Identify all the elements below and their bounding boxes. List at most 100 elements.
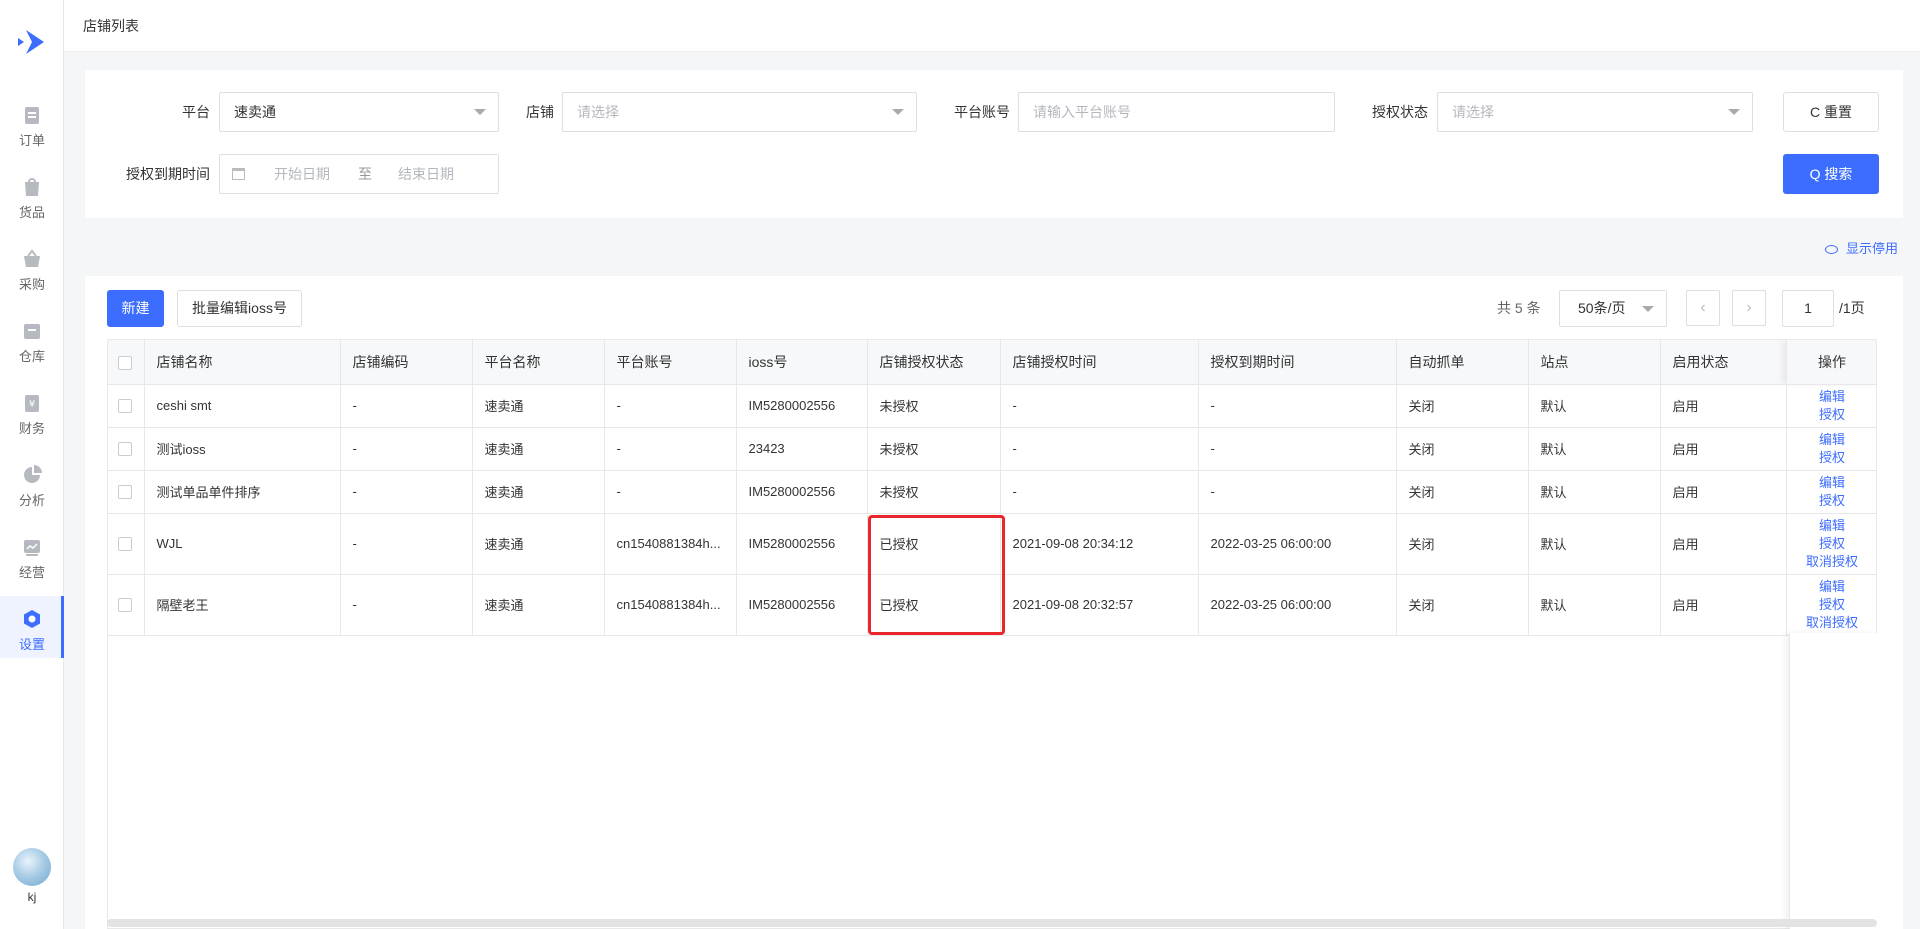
auth-status-select[interactable]: 请选择 [1437, 92, 1753, 132]
platform-name: 速卖通 [472, 384, 605, 428]
row-select-cell[interactable] [108, 384, 145, 428]
authorize-link[interactable]: 授权 [1787, 535, 1876, 553]
cancel-authorization-link[interactable]: 取消授权 [1787, 553, 1876, 571]
page-size-select[interactable]: 50条/页 [1559, 290, 1667, 327]
nav-label: 订单 [18, 133, 45, 148]
row-select-cell[interactable] [108, 470, 145, 514]
column-header: 操作 [1785, 340, 1876, 385]
store-name: ceshi smt [144, 384, 341, 428]
row-actions: 编辑 授权 取消授权 [1785, 574, 1876, 636]
column-header: 站点 [1528, 340, 1661, 385]
row-checkbox[interactable] [118, 598, 132, 613]
account-input[interactable]: 请输入平台账号 [1018, 92, 1335, 132]
row-checkbox[interactable] [118, 485, 132, 500]
total-count: 共 5 条 [1497, 300, 1541, 316]
auth-time: - [1000, 427, 1199, 471]
column-header: 店铺名称 [144, 340, 341, 385]
column-header: 启用状态 [1660, 340, 1787, 385]
expire-time: - [1198, 470, 1397, 514]
select-all-cell[interactable] [108, 340, 145, 385]
row-select-cell[interactable] [108, 427, 145, 471]
actions-column-fill [1789, 633, 1877, 929]
horizontal-scrollbar[interactable] [107, 919, 1877, 927]
platform-name: 速卖通 [472, 427, 605, 471]
platform-account: cn1540881384h... [604, 513, 737, 575]
nav-item-purchase[interactable]: 采购 [0, 236, 64, 298]
logo-icon[interactable] [14, 24, 50, 60]
nav-label: 设置 [18, 637, 45, 652]
edit-link[interactable]: 编辑 [1787, 517, 1876, 535]
edit-link[interactable]: 编辑 [1787, 578, 1876, 596]
nav-item-goods[interactable]: 货品 [0, 164, 64, 226]
edit-link[interactable]: 编辑 [1787, 388, 1876, 406]
ioss-number: IM5280002556 [736, 470, 868, 514]
operation-icon [24, 540, 40, 556]
nav-item-orders[interactable]: 订单 [0, 92, 64, 154]
expire-time: - [1198, 384, 1397, 428]
row-checkbox[interactable] [118, 537, 132, 552]
nav-item-settings[interactable]: 设置 [0, 596, 64, 658]
store-name: WJL [144, 513, 341, 575]
account-label: 平台账号 [954, 104, 1010, 120]
cancel-authorization-link[interactable]: 取消授权 [1787, 614, 1876, 632]
authorize-link[interactable]: 授权 [1787, 449, 1876, 467]
select-all-checkbox[interactable] [118, 355, 132, 370]
edit-link[interactable]: 编辑 [1787, 431, 1876, 449]
store-name: 测试ioss [144, 427, 341, 471]
table-row: ceshi smt - 速卖通 - IM5280002556 未授权 - - 关… [108, 384, 1876, 428]
nav-item-analysis[interactable]: 分析 [0, 452, 64, 514]
nav-item-operation[interactable]: 经营 [0, 524, 64, 586]
show-disabled-toggle[interactable]: 显示停用 [1825, 238, 1898, 257]
row-select-cell[interactable] [108, 513, 145, 575]
row-select-cell[interactable] [108, 574, 145, 636]
chevron-down-icon [1642, 306, 1654, 312]
platform-label: 平台 [182, 104, 210, 120]
nav-item-finance[interactable]: ¥ 财务 [0, 380, 64, 442]
platform-name: 速卖通 [472, 513, 605, 575]
bulk-edit-ioss-button[interactable]: 批量编辑ioss号 [177, 290, 302, 327]
table-row: 测试ioss - 速卖通 - 23423 未授权 - - 关闭 默认 启用 编辑… [108, 427, 1876, 471]
ioss-number: IM5280002556 [736, 574, 868, 636]
expire-time: - [1198, 427, 1397, 471]
calendar-icon [232, 168, 245, 180]
nav-label: 财务 [18, 421, 45, 436]
start-date-placeholder: 开始日期 [274, 166, 330, 182]
store-code: - [340, 384, 473, 428]
row-checkbox[interactable] [118, 399, 132, 414]
row-actions: 编辑 授权 取消授权 [1785, 513, 1876, 575]
table-row: WJL - 速卖通 cn1540881384h... IM5280002556 … [108, 513, 1876, 575]
authorize-link[interactable]: 授权 [1787, 492, 1876, 510]
store-select[interactable]: 请选择 [562, 92, 917, 132]
avatar[interactable] [13, 848, 51, 886]
auto-fetch: 关闭 [1396, 427, 1529, 471]
auth-status: 未授权 [867, 427, 1001, 471]
goods-icon [25, 178, 39, 196]
prev-page-button[interactable]: ‹ [1686, 290, 1720, 326]
next-page-button[interactable]: › [1732, 290, 1766, 326]
page-number-input[interactable]: 1 [1782, 290, 1834, 327]
new-button[interactable]: 新建 [107, 290, 164, 327]
enabled-status: 启用 [1660, 384, 1787, 428]
sidebar: 订单 货品 采购 仓库 ¥ 财务 分析 经营 设置 kj [0, 0, 64, 929]
auth-time: - [1000, 470, 1199, 514]
edit-link[interactable]: 编辑 [1787, 474, 1876, 492]
auto-fetch: 关闭 [1396, 513, 1529, 575]
nav-item-warehouse[interactable]: 仓库 [0, 308, 64, 370]
store-code: - [340, 427, 473, 471]
auto-fetch: 关闭 [1396, 574, 1529, 636]
end-date-placeholder: 结束日期 [398, 166, 454, 182]
reset-button[interactable]: C 重置 [1783, 92, 1879, 132]
auth-status-label: 授权状态 [1372, 104, 1428, 120]
nav-label: 货品 [18, 205, 45, 220]
platform-select[interactable]: 速卖通 [219, 92, 499, 132]
auth-status: 未授权 [867, 384, 1001, 428]
row-checkbox[interactable] [118, 442, 132, 457]
authorize-link[interactable]: 授权 [1787, 596, 1876, 614]
auth-status: 未授权 [867, 470, 1001, 514]
expire-date-range[interactable]: 开始日期 至 结束日期 [219, 154, 499, 194]
authorize-link[interactable]: 授权 [1787, 406, 1876, 424]
search-button[interactable]: Q 搜索 [1783, 154, 1879, 194]
platform-account: - [604, 427, 737, 471]
ioss-number: IM5280002556 [736, 513, 868, 575]
analysis-icon [24, 465, 42, 483]
